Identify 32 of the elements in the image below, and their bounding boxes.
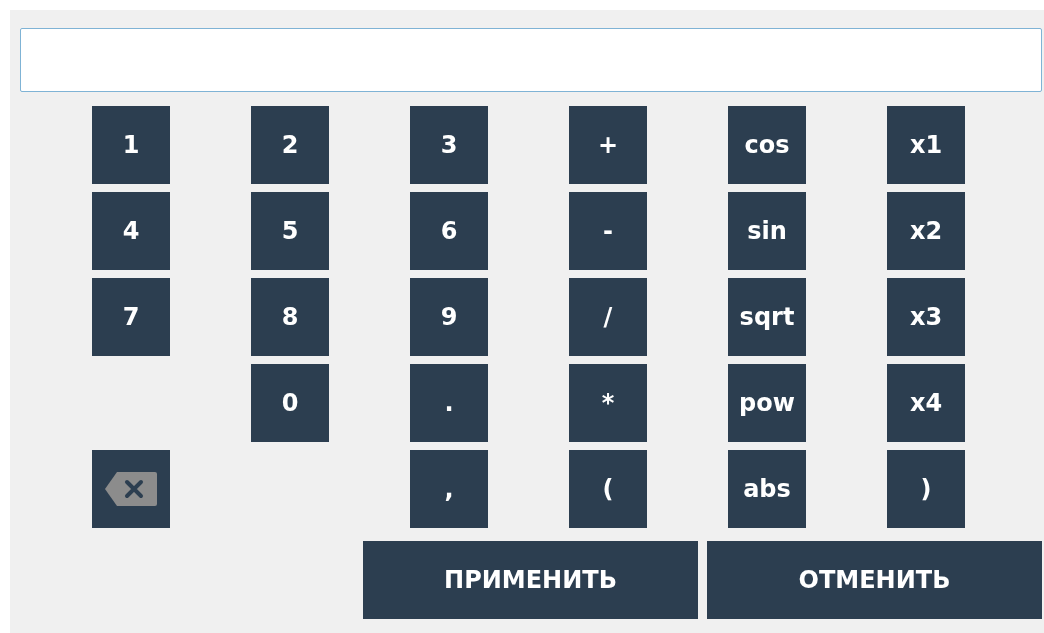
key-button[interactable]: 3: [410, 106, 488, 184]
key-button[interactable]: x2: [887, 192, 965, 270]
key-button[interactable]: +: [569, 106, 647, 184]
backspace-button[interactable]: [92, 450, 170, 528]
key-button[interactable]: 2: [251, 106, 329, 184]
action-button[interactable]: ОТМЕНИТЬ: [707, 541, 1042, 619]
key-button[interactable]: x4: [887, 364, 965, 442]
key-button[interactable]: sin: [728, 192, 806, 270]
key-button[interactable]: ,: [410, 450, 488, 528]
key-button[interactable]: 7: [92, 278, 170, 356]
key-button[interactable]: cos: [728, 106, 806, 184]
key-button[interactable]: 5: [251, 192, 329, 270]
key-button[interactable]: .: [410, 364, 488, 442]
key-button[interactable]: sqrt: [728, 278, 806, 356]
key-button[interactable]: x1: [887, 106, 965, 184]
key-button[interactable]: (: [569, 450, 647, 528]
action-button[interactable]: ПРИМЕНИТЬ: [363, 541, 698, 619]
key-button[interactable]: 4: [92, 192, 170, 270]
key-button[interactable]: *: [569, 364, 647, 442]
backspace-icon: [105, 472, 157, 506]
key-button[interactable]: 8: [251, 278, 329, 356]
key-button[interactable]: pow: [728, 364, 806, 442]
key-button[interactable]: ): [887, 450, 965, 528]
input-field[interactable]: [20, 28, 1042, 92]
key-button[interactable]: 1: [92, 106, 170, 184]
key-button[interactable]: 0: [251, 364, 329, 442]
key-button[interactable]: 9: [410, 278, 488, 356]
key-button[interactable]: x3: [887, 278, 965, 356]
key-button[interactable]: -: [569, 192, 647, 270]
key-button[interactable]: 6: [410, 192, 488, 270]
key-button[interactable]: abs: [728, 450, 806, 528]
key-button[interactable]: /: [569, 278, 647, 356]
